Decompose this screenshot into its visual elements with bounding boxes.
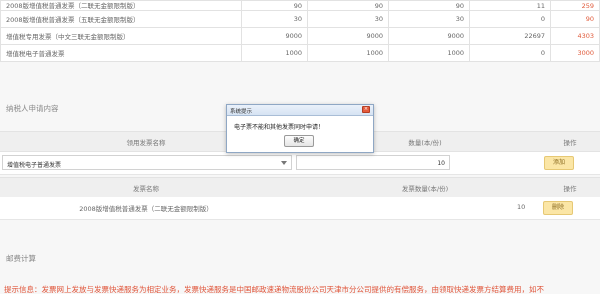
quota-remaining: 259 [550,0,600,11]
table-row: 增值税专用发票（中文三联无金额限制版） 9000 9000 9000 22697… [0,27,600,45]
header-invoice-quantity: 发票数量(本/份) [401,185,449,193]
quantity-value: 10 [437,160,445,167]
quota-remaining: 4303 [550,27,600,45]
chevron-down-icon [281,161,287,165]
quota-cell: 9000 [307,27,389,45]
tip-text: 提示信息：发票网上发放与发票快递服务为相定业务，发票快递服务是中国邮政速递物流股… [4,285,544,294]
invoice-type-selected: 增值税电子普通发票 [7,162,62,169]
list-header-row: 发票名称 发票数量(本/份) 操作 [0,177,600,198]
header-operation: 操作 [563,185,577,193]
quota-cell: 22697 [469,27,551,45]
invoice-type-select[interactable]: 增值税电子普通发票 [2,155,292,170]
dialog-titlebar[interactable]: 系统提示 × [227,105,373,116]
apply-section-title: 纳税人申请内容 [6,104,59,113]
quota-remaining: 3000 [550,44,600,62]
quota-name: 增值税电子普通发票 [0,44,242,62]
quota-cell: 1000 [241,44,308,62]
quota-cell: 0 [469,44,551,62]
quota-cell: 90 [307,0,389,11]
quota-cell: 30 [307,10,389,28]
table-row: 2008版增值税普通发票（二联无金额限制版） 90 90 90 11 259 [0,0,600,11]
header-invoice-name: 发票名称 [133,185,159,193]
quota-name: 2008版增值税普通发票（五联无金额限制版） [0,10,242,28]
add-button[interactable]: 添加 [544,156,574,170]
quota-cell: 90 [388,0,470,11]
dialog-message: 电子票不能和其他发票同时申请！ [234,124,325,131]
delete-button[interactable]: 删除 [543,201,573,215]
quota-cell: 90 [241,0,308,11]
quota-name: 增值税专用发票（中文三联无金额限制版） [0,27,242,45]
invoice-quantity-cell: 10 [517,203,526,211]
quota-name: 2008版增值税普通发票（二联无金额限制版） [0,0,242,11]
close-icon[interactable]: × [362,106,370,113]
invoice-name-cell: 2008版增值税普通发票（二联无金额限制版） [79,205,213,213]
dialog-title: 系统提示 [230,109,253,115]
table-row: 增值税电子普通发票 1000 1000 1000 0 3000 [0,44,600,62]
postage-section-title: 邮费计算 [6,254,36,263]
quota-cell: 9000 [388,27,470,45]
quota-cell: 30 [388,10,470,28]
system-alert-dialog: 系统提示 × 电子票不能和其他发票同时申请！ 确定 [226,104,374,153]
quota-cell: 9000 [241,27,308,45]
header-operation: 操作 [563,139,577,147]
quota-cell: 30 [241,10,308,28]
quota-remaining: 90 [550,10,600,28]
apply-form-row: 增值税电子普通发票 10 添加 [0,152,600,175]
quota-cell: 1000 [307,44,389,62]
quota-table: 2008版增值税普通发票（二联无金额限制版） 90 90 90 11 259 2… [0,0,600,62]
ok-button[interactable]: 确定 [284,135,314,147]
table-row: 2008版增值税普通发票（二联无金额限制版） 10 删除 [0,197,600,220]
quota-cell: 1000 [388,44,470,62]
table-row: 2008版增值税普通发票（五联无金额限制版） 30 30 30 0 90 [0,10,600,28]
quota-cell: 0 [469,10,551,28]
invoice-application-page: 2008版增值税普通发票（二联无金额限制版） 90 90 90 11 259 2… [0,0,600,294]
quantity-input[interactable]: 10 [296,155,450,170]
quota-cell: 11 [469,0,551,11]
